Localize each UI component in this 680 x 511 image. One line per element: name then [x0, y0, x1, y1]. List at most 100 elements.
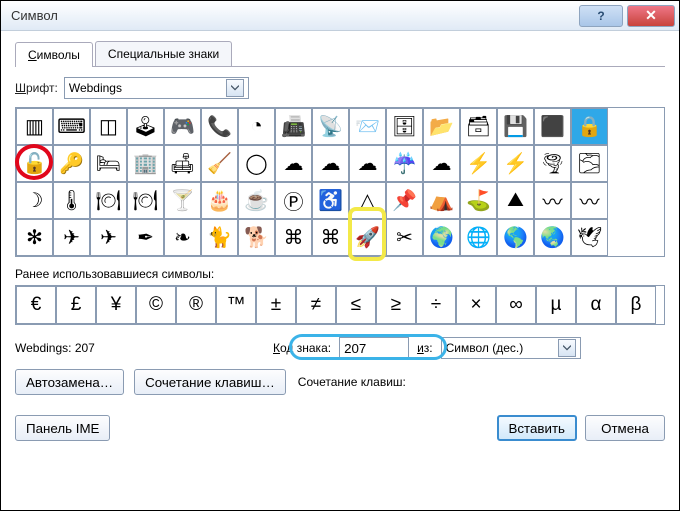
symbol-clouds[interactable]: ☁ — [312, 145, 349, 182]
symbol-folder[interactable]: 📂 — [423, 108, 460, 145]
recent-symbols-row: €£¥©®™±≠≤≥÷×∞µαβ — [15, 285, 665, 325]
symbol-keyboard[interactable]: ⌨ — [53, 108, 90, 145]
symbol-monitor[interactable]: ⬛ — [534, 108, 571, 145]
symbol-satellite[interactable]: 📡 — [312, 108, 349, 145]
symbol-tornado[interactable]: 🌪 — [534, 145, 571, 182]
recent-symbol-1[interactable]: £ — [56, 286, 96, 324]
tab-special[interactable]: Специальные знаки — [95, 41, 232, 66]
symbol-thermometer[interactable]: 🌡 — [53, 182, 90, 219]
symbol-building[interactable]: 🏢 — [127, 145, 164, 182]
symbol-flag[interactable]: ⛳ — [460, 182, 497, 219]
from-label: из: — [417, 341, 433, 355]
symbol-rocket[interactable]: 🚀 — [349, 219, 386, 256]
ime-panel-button[interactable]: Панель IME — [15, 415, 110, 441]
chevron-down-icon — [558, 339, 576, 357]
symbol-triangle[interactable]: △ — [349, 182, 386, 219]
insert-button[interactable]: Вставить — [497, 415, 578, 441]
symbol-cabinet[interactable]: 🗄 — [386, 108, 423, 145]
char-code-input[interactable] — [339, 337, 409, 359]
recent-symbol-5[interactable]: ™ — [216, 286, 256, 324]
recent-symbol-10[interactable]: ÷ — [416, 286, 456, 324]
symbol-heavy-rain[interactable]: ☁ — [423, 145, 460, 182]
symbol-globe-am[interactable]: 🌎 — [497, 219, 534, 256]
symbol-plane2[interactable]: ✈ — [90, 219, 127, 256]
chevron-down-icon — [226, 79, 244, 97]
symbol-phone[interactable]: 📞 — [201, 108, 238, 145]
help-button[interactable]: ? — [579, 5, 623, 27]
recent-symbol-14[interactable]: α — [576, 286, 616, 324]
autocorrect-button[interactable]: Автозамена… — [15, 369, 124, 395]
symbol-mountain[interactable]: ⛰ — [497, 182, 534, 219]
close-button[interactable]: ✕ — [627, 5, 675, 27]
symbol-barcode[interactable]: ▥ — [16, 108, 53, 145]
symbol-rain[interactable]: ☔ — [386, 145, 423, 182]
symbol-plate[interactable]: 🍽 — [90, 182, 127, 219]
symbol-leaf[interactable]: ❧ — [164, 219, 201, 256]
shortcut-button[interactable]: Сочетание клавиш… — [134, 369, 286, 395]
symbol-dialog: Символ ? ✕ Символы Специальные знаки Шри… — [0, 0, 680, 511]
symbol-fog[interactable]: 🌫 — [571, 145, 608, 182]
recent-symbol-6[interactable]: ± — [256, 286, 296, 324]
symbol-letter[interactable]: 📨 — [349, 108, 386, 145]
from-value: Символ (дес.) — [446, 341, 524, 355]
recent-symbol-13[interactable]: µ — [536, 286, 576, 324]
symbol-network[interactable]: ◫ — [90, 108, 127, 145]
symbol-parking[interactable]: Ⓟ — [275, 182, 312, 219]
symbol-lock-closed[interactable]: 🔒 — [571, 108, 608, 145]
symbol-pen[interactable]: ✒ — [127, 219, 164, 256]
tab-symbols[interactable]: Символы — [15, 42, 93, 67]
recent-symbol-12[interactable]: ∞ — [496, 286, 536, 324]
symbol-rain-cloud[interactable]: ☁ — [349, 145, 386, 182]
recent-symbol-8[interactable]: ≤ — [336, 286, 376, 324]
symbol-knot1[interactable]: ⌘ — [275, 219, 312, 256]
symbol-globe[interactable]: 🌐 — [460, 219, 497, 256]
cancel-button[interactable]: Отмена — [585, 415, 665, 441]
symbol-storm[interactable]: ⚡ — [460, 145, 497, 182]
symbol-joystick[interactable]: 🕹 — [127, 108, 164, 145]
font-select[interactable]: Webdings — [64, 77, 249, 99]
recent-symbol-2[interactable]: ¥ — [96, 286, 136, 324]
symbol-key[interactable]: 🔑 — [53, 145, 90, 182]
symbol-broom[interactable]: 🧹 — [201, 145, 238, 182]
symbol-lightning[interactable]: ⚡ — [497, 145, 534, 182]
recent-symbol-4[interactable]: ® — [176, 286, 216, 324]
from-select[interactable]: Символ (дес.) — [441, 337, 581, 359]
symbol-wave2[interactable]: 〰 — [571, 182, 608, 219]
symbol-moon[interactable]: ☽ — [16, 182, 53, 219]
symbol-wave1[interactable]: 〰 — [534, 182, 571, 219]
symbol-bed[interactable]: 🛏 — [90, 145, 127, 182]
recent-symbol-9[interactable]: ≥ — [376, 286, 416, 324]
symbol-receiver[interactable]: ◔ — [238, 108, 275, 145]
symbol-circle[interactable]: ◯ — [238, 145, 275, 182]
symbol-dog[interactable]: 🐕 — [238, 219, 275, 256]
recent-symbol-3[interactable]: © — [136, 286, 176, 324]
recent-symbol-15[interactable]: β — [616, 286, 656, 324]
symbol-tent[interactable]: ⛺ — [423, 182, 460, 219]
symbol-cocktail[interactable]: 🍸 — [164, 182, 201, 219]
symbol-gamepad[interactable]: 🎮 — [164, 108, 201, 145]
symbol-globe-eu[interactable]: 🌍 — [423, 219, 460, 256]
symbol-cat[interactable]: 🐈 — [201, 219, 238, 256]
symbol-knot2[interactable]: ⌘ — [312, 219, 349, 256]
symbol-info-name: Webdings: 207 — [15, 341, 265, 355]
symbol-dove[interactable]: 🕊 — [571, 219, 608, 256]
recent-symbol-0[interactable]: € — [16, 286, 56, 324]
symbol-floppy[interactable]: 💾 — [497, 108, 534, 145]
symbol-cake[interactable]: 🎂 — [201, 182, 238, 219]
symbol-lock-open[interactable]: 🔓 — [16, 145, 53, 182]
symbol-wheelchair[interactable]: ♿ — [312, 182, 349, 219]
symbol-globe-as[interactable]: 🌏 — [534, 219, 571, 256]
symbol-coffee[interactable]: ☕ — [238, 182, 275, 219]
symbol-asterisk[interactable]: ✻ — [16, 219, 53, 256]
symbol-pushpin[interactable]: 📌 — [386, 182, 423, 219]
symbol-drawer[interactable]: 🗃 — [460, 108, 497, 145]
recent-symbol-7[interactable]: ≠ — [296, 286, 336, 324]
symbol-plane1[interactable]: ✈ — [53, 219, 90, 256]
recent-symbol-11[interactable]: × — [456, 286, 496, 324]
recent-label: Ранее использовавшиеся символы: — [15, 267, 665, 281]
symbol-cutlery[interactable]: 🍽 — [127, 182, 164, 219]
symbol-scissors[interactable]: ✂ — [386, 219, 423, 256]
symbol-fax[interactable]: 📠 — [275, 108, 312, 145]
symbol-cloud[interactable]: ☁ — [275, 145, 312, 182]
symbol-sofa[interactable]: 🛋 — [164, 145, 201, 182]
